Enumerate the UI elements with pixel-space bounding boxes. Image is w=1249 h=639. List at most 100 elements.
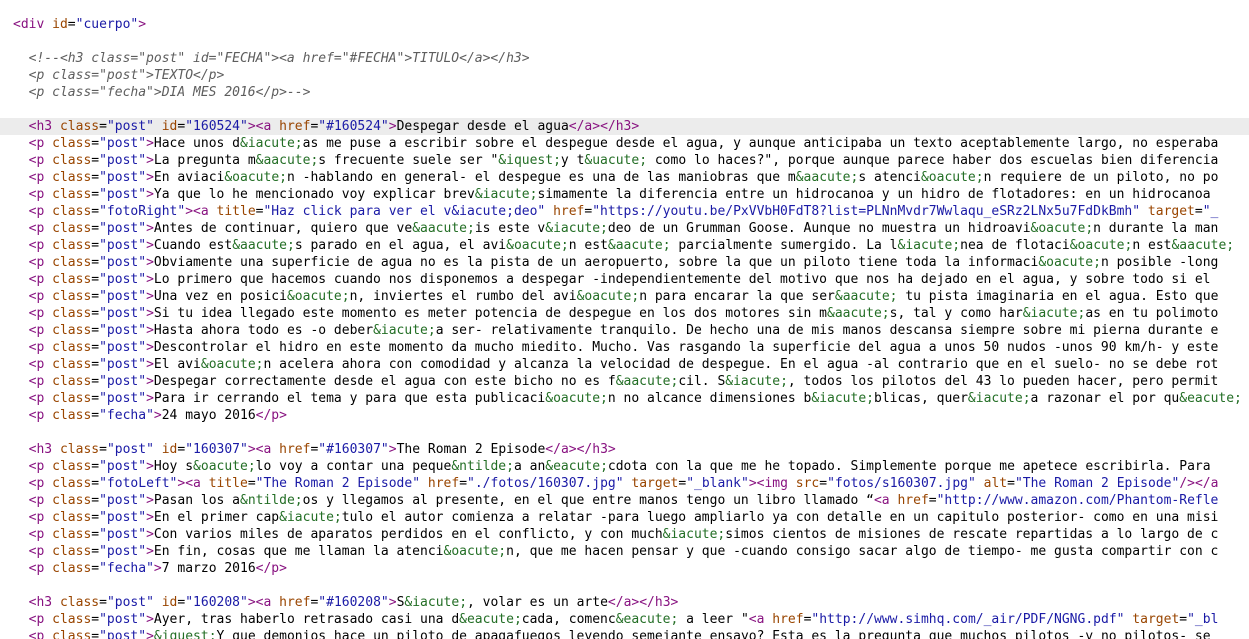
code-token: <p	[28, 136, 45, 151]
code-line[interactable]: <p class="post">Con varios miles de apar…	[0, 526, 1249, 543]
code-token: "160524"	[185, 119, 248, 134]
code-token: Con varios miles de aparatos perdidos en…	[153, 527, 663, 542]
code-token: class	[44, 357, 92, 372]
code-text: <p class="post">En aviaci&oacute;n -habl…	[13, 169, 1219, 186]
code-token: >	[146, 391, 154, 406]
code-line[interactable]: <h3 class="post" id="160307"><a href="#1…	[0, 441, 1249, 458]
code-token: >	[146, 357, 154, 372]
code-line[interactable]	[0, 101, 1249, 118]
code-token: id	[153, 442, 178, 457]
code-text: <p class="post">Si tu idea llegado este …	[13, 305, 1219, 322]
code-line[interactable]: <p class="post">Hace unos d&iacute;as me…	[0, 135, 1249, 152]
code-token: is este v	[474, 221, 546, 236]
code-line[interactable]: <p class="post">Despegar correctamente d…	[0, 373, 1249, 390]
code-token: "160307"	[185, 442, 248, 457]
code-token: <h3	[28, 595, 53, 610]
code-line[interactable]: <p class="post">Lo primero que hacemos c…	[0, 271, 1249, 288]
code-token: <!--<h3 class="post" id="FECHA"><a href=…	[28, 51, 530, 66]
code-line[interactable]: <h3 class="post" id="160208"><a href="#1…	[0, 594, 1249, 611]
code-token: >	[388, 442, 397, 457]
code-text: <p class="fecha">DIA MES 2016</p>-->	[13, 84, 311, 101]
code-line[interactable]: <p class="post">Una vez en posici&oacute…	[0, 288, 1249, 305]
code-token: "https://youtu.be/PxVVbH0FdT8?list=PLNnM…	[592, 204, 1141, 219]
code-text: <p class="fecha">24 mayo 2016</p>	[13, 407, 287, 424]
code-token: &oacute;	[224, 170, 287, 185]
code-text: <p class="post">Hasta ahora todo es -o d…	[13, 322, 1219, 339]
code-token: a razonar el por qu	[1030, 391, 1180, 406]
code-token: =	[91, 204, 100, 219]
code-token: =	[247, 476, 256, 491]
code-token: href	[764, 612, 804, 627]
code-text: <div id="cuerpo">	[13, 16, 146, 33]
code-line[interactable]: <p class="post">Para ir cerrando el tema…	[0, 390, 1249, 407]
code-line[interactable]	[0, 33, 1249, 50]
code-token: &iacute;	[545, 221, 608, 236]
code-token: >	[388, 119, 397, 134]
code-text: <p class="post">Ya que lo he mencionado …	[13, 186, 1211, 203]
code-line[interactable]: <p class="post">Antes de continuar, quie…	[0, 220, 1249, 237]
code-token: ><a	[247, 595, 272, 610]
code-token: class	[44, 204, 92, 219]
code-token: =	[91, 357, 100, 372]
code-token: Y que demonios hace un piloto de apagafu…	[216, 629, 1211, 639]
code-line[interactable]: <p class="fecha">24 mayo 2016</p>	[0, 407, 1249, 424]
code-text: <p class="post">Con varios miles de apar…	[13, 526, 1219, 543]
code-line[interactable]: <p class="post">Obviamente una superfici…	[0, 254, 1249, 271]
code-token: <p	[28, 187, 45, 202]
code-token: "post"	[99, 391, 147, 406]
code-token: n -hablando en general- el despegue es u…	[286, 170, 796, 185]
code-line[interactable]: <p class="post">Descontrolar el hidro en…	[0, 339, 1249, 356]
code-line[interactable]: <p class="fecha">7 marzo 2016</p>	[0, 560, 1249, 577]
code-line[interactable]: <p class="post">El avi&oacute;n acelera …	[0, 356, 1249, 373]
code-line[interactable]: <p class="post">&iquest;Y que demonios h…	[0, 628, 1249, 639]
code-line[interactable]: <p class="post">Pasan los a&ntilde;os y …	[0, 492, 1249, 509]
code-line[interactable]: <p class="post">TEXTO</p>	[0, 67, 1249, 84]
code-token: =	[91, 323, 100, 338]
code-token: n est	[1132, 238, 1172, 253]
code-line[interactable]: <p class="post">Hoy s&oacute;lo voy a co…	[0, 458, 1249, 475]
code-editor[interactable]: <div id="cuerpo"> <!--<h3 class="post" i…	[0, 0, 1249, 639]
code-line[interactable]: <p class="post">Cuando est&aacute;s para…	[0, 237, 1249, 254]
code-token: En fin, cosas que me llaman la atenci	[153, 544, 444, 559]
code-line[interactable]: <p class="post">En aviaci&oacute;n -habl…	[0, 169, 1249, 186]
code-line[interactable]	[0, 424, 1249, 441]
code-token: <p	[28, 476, 45, 491]
code-token: =	[91, 187, 100, 202]
code-token: , todos los pilotos del 43 lo pueden hac…	[787, 374, 1219, 389]
code-line[interactable]: <p class="fotoLeft"><a title="The Roman …	[0, 475, 1249, 492]
code-token: =	[99, 119, 107, 134]
code-line[interactable]: <p class="post">En fin, cosas que me lla…	[0, 543, 1249, 560]
code-token: Si tu idea llegado este momento es meter…	[153, 306, 827, 321]
code-token: class	[52, 119, 100, 134]
code-token: &oacute;	[193, 459, 256, 474]
code-line[interactable]: <!--<h3 class="post" id="FECHA"><a href=…	[0, 50, 1249, 67]
code-token: cada, comenc	[521, 612, 616, 627]
code-token: href	[889, 493, 929, 508]
code-token: "post"	[99, 136, 147, 151]
code-token: <p	[28, 459, 45, 474]
code-line[interactable]: <p class="fecha">DIA MES 2016</p>-->	[0, 84, 1249, 101]
code-line[interactable]: <p class="post">En el primer cap&iacute;…	[0, 509, 1249, 526]
code-line[interactable]: <p class="post">Ya que lo he mencionado …	[0, 186, 1249, 203]
code-token: &oacute;	[443, 544, 507, 559]
code-token: <div	[13, 17, 45, 32]
code-line[interactable]: <div id="cuerpo">	[0, 16, 1249, 33]
code-token: class	[44, 544, 92, 559]
code-token: =	[928, 493, 937, 508]
code-token: Para ir cerrando el tema y para que esta…	[153, 391, 546, 406]
code-token: <p	[28, 340, 45, 355]
code-token: target	[1124, 612, 1180, 627]
code-line[interactable]	[0, 577, 1249, 594]
code-line[interactable]: <p class="post">Ayer, tras haberlo retra…	[0, 611, 1249, 628]
code-line[interactable]: <p class="post">Hasta ahora todo es -o d…	[0, 322, 1249, 339]
code-line[interactable]: <p class="post">La pregunta m&aacute;s f…	[0, 152, 1249, 169]
code-line[interactable]: <p class="fotoRight"><a title="Haz click…	[0, 203, 1249, 220]
code-token: simamente la diferencia entre un hidroca…	[537, 187, 1211, 202]
code-line[interactable]: <p class="post">Si tu idea llegado este …	[0, 305, 1249, 322]
code-text: <p class="post">En fin, cosas que me lla…	[13, 543, 1219, 560]
code-line-current[interactable]: <h3 class="post" id="160524"><a href="#1…	[0, 118, 1249, 135]
